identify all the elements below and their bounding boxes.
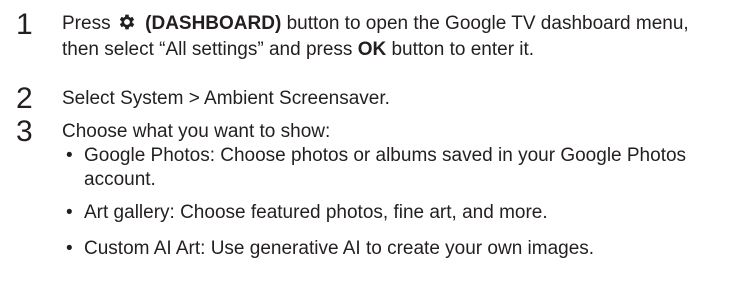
press-text: Press xyxy=(62,13,111,34)
step-number: 1 xyxy=(16,8,33,41)
step-text: Select System > Ambient Screensaver. xyxy=(62,88,390,109)
bullet-text: Art gallery: Choose featured photos, fin… xyxy=(84,202,548,223)
dashboard-button-name: (DASHBOARD) xyxy=(145,13,282,34)
gear-icon xyxy=(117,12,137,38)
bullet-text: Google Photos: Choose photos or albums s… xyxy=(84,145,687,190)
bullet-icon: • xyxy=(66,145,73,166)
step-number: 3 xyxy=(16,115,33,148)
bullet-icon: • xyxy=(66,202,73,223)
step-text: Press (DASHBOARD) button to open the Goo… xyxy=(62,12,728,61)
step-text: Choose what you want to show: xyxy=(62,121,331,142)
step-1-end-text: button to enter it. xyxy=(391,39,535,60)
ok-button-name: OK xyxy=(357,39,387,60)
bullet-text: Custom AI Art: Use generative AI to crea… xyxy=(84,238,595,259)
bullet-icon: • xyxy=(66,238,73,259)
step-number: 2 xyxy=(16,82,33,115)
